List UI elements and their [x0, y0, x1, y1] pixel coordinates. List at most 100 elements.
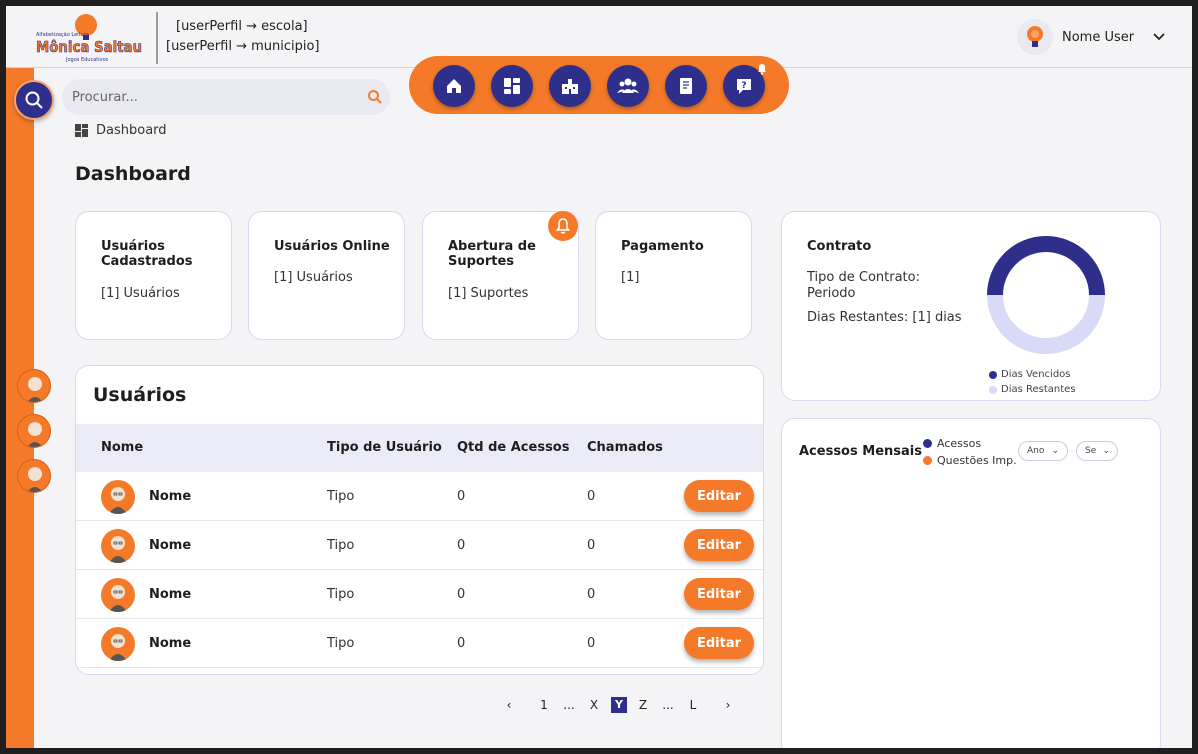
legend-label: Dias Restantes — [1001, 384, 1076, 395]
tickets-count-cell: 0 — [587, 538, 596, 553]
legend-remaining: Dias Restantes — [989, 384, 1076, 395]
avatar[interactable] — [101, 578, 135, 612]
legend-dot — [923, 439, 932, 448]
logo-line2: Mônica Saltau — [36, 38, 142, 56]
pagination-page[interactable]: Z — [635, 698, 651, 712]
main-nav: ? — [409, 56, 789, 114]
search-input[interactable] — [72, 87, 352, 107]
sidebar-avatar[interactable] — [17, 369, 51, 403]
legend-label: Acessos — [937, 437, 982, 450]
support-alert-badge[interactable] — [548, 211, 578, 241]
chevron-down-icon: ⌄ — [1102, 446, 1110, 456]
user-name[interactable]: Nome User — [1062, 30, 1134, 45]
page-title: Dashboard — [75, 163, 191, 185]
card-payment[interactable]: Pagamento [1] — [595, 211, 752, 340]
nav-billing-button[interactable] — [665, 65, 707, 107]
legend-questions: Questões Imp. — [923, 454, 1017, 467]
pagination-page[interactable]: 1 — [536, 698, 552, 712]
access-count-cell: 0 — [457, 587, 466, 602]
card-title: Pagamento — [621, 239, 704, 254]
contract-type-label: Tipo de Contrato: — [807, 270, 920, 285]
table-row: Nome Tipo 0 0 Editar — [76, 521, 763, 570]
edit-button[interactable]: Editar — [684, 578, 754, 610]
user-name-cell: Nome — [149, 587, 192, 602]
chevron-down-icon: ⌄ — [1051, 446, 1059, 456]
nav-users-button[interactable] — [607, 65, 649, 107]
contract-type-value: Periodo — [807, 286, 856, 301]
table-header: Nome Tipo de Usuário Qtd de Acessos Cham… — [76, 424, 763, 472]
tickets-count-cell: 0 — [587, 489, 596, 504]
billing-icon — [680, 78, 692, 94]
card-value: [1] Usuários — [101, 286, 180, 301]
user-avatar[interactable] — [1017, 19, 1053, 55]
table-row: Nome Tipo 0 0 Editar — [76, 570, 763, 619]
column-header[interactable]: Tipo de Usuário — [327, 440, 442, 455]
card-value: [1] Usuários — [274, 270, 353, 285]
user-name-cell: Nome — [149, 636, 192, 651]
sidebar — [6, 68, 34, 748]
search-bar — [62, 79, 390, 115]
logo-line3: Jogos Educativos — [65, 57, 109, 63]
bell-icon — [555, 218, 571, 234]
card-online-users[interactable]: Usuários Online [1] Usuários — [248, 211, 405, 340]
users-icon — [617, 78, 639, 93]
user-type-cell: Tipo — [327, 587, 355, 602]
sidebar-avatar[interactable] — [17, 414, 51, 448]
column-header[interactable]: Qtd de Acessos — [457, 440, 569, 455]
card-title: Usuários Cadastrados — [101, 239, 193, 269]
month-select-value: Se — [1085, 446, 1097, 456]
edit-button[interactable]: Editar — [684, 529, 754, 561]
pagination-prev[interactable]: ‹ — [501, 698, 517, 712]
support-icon: ? — [737, 79, 751, 94]
pagination-next[interactable]: › — [720, 698, 736, 712]
edit-button[interactable]: Editar — [684, 627, 754, 659]
user-type-cell: Tipo — [327, 538, 355, 553]
contract-days-remaining: Dias Restantes: [1] dias — [807, 310, 962, 325]
nav-school-button[interactable] — [549, 65, 591, 107]
avatar[interactable] — [101, 480, 135, 514]
avatar[interactable] — [101, 529, 135, 563]
contract-donut-chart — [987, 236, 1105, 354]
pagination-page[interactable]: L — [685, 698, 701, 712]
search-icon — [25, 91, 43, 109]
search-toggle-button[interactable] — [14, 80, 54, 120]
breadcrumb-label[interactable]: Dashboard — [96, 123, 167, 138]
contract-panel: Contrato Tipo de Contrato: Periodo Dias … — [781, 211, 1161, 401]
legend-dot — [923, 456, 932, 465]
notification-bell-icon[interactable] — [756, 63, 768, 75]
card-registered-users[interactable]: Usuários Cadastrados [1] Usuários — [75, 211, 232, 340]
avatar[interactable] — [101, 627, 135, 661]
tickets-count-cell: 0 — [587, 636, 596, 651]
access-count-cell: 0 — [457, 489, 466, 504]
search-icon[interactable] — [367, 89, 383, 105]
nav-home-button[interactable] — [433, 65, 475, 107]
card-value: [1] Suportes — [448, 286, 529, 301]
breadcrumb: Dashboard — [75, 123, 167, 138]
contract-title: Contrato — [807, 239, 872, 254]
brand-logo[interactable]: Alfabetização Leitura Mônica Saltau Jogo… — [34, 12, 144, 64]
month-select[interactable]: Se ⌄ — [1076, 441, 1118, 461]
legend-access: Acessos — [923, 437, 981, 450]
column-header[interactable]: Chamados — [587, 440, 663, 455]
table-row: Nome Tipo 0 0 Editar — [76, 472, 763, 521]
school-icon — [562, 79, 578, 94]
card-title: Usuários Online — [274, 239, 390, 254]
legend-expired: Dias Vencidos — [989, 369, 1071, 380]
pagination: ‹ 1 ... X Y Z ... L › — [501, 696, 741, 716]
monthly-access-panel: Acessos Mensais Acessos Questões Imp. An… — [781, 418, 1161, 748]
user-name-cell: Nome — [149, 538, 192, 553]
header-divider — [156, 12, 158, 64]
column-header[interactable]: Nome — [101, 440, 143, 455]
donut-slice-expired — [987, 236, 1105, 296]
home-icon — [447, 79, 461, 93]
svg-text:?: ? — [741, 81, 746, 91]
pagination-current-page[interactable]: Y — [611, 697, 627, 713]
app-window: Alfabetização Leitura Mônica Saltau Jogo… — [6, 6, 1192, 748]
chevron-down-icon[interactable] — [1151, 28, 1167, 44]
avatar-icon — [109, 585, 127, 612]
year-select[interactable]: Ano ⌄ — [1018, 441, 1068, 461]
pagination-page[interactable]: X — [586, 698, 602, 712]
sidebar-avatar[interactable] — [17, 459, 51, 493]
nav-dashboard-button[interactable] — [491, 65, 533, 107]
edit-button[interactable]: Editar — [684, 480, 754, 512]
